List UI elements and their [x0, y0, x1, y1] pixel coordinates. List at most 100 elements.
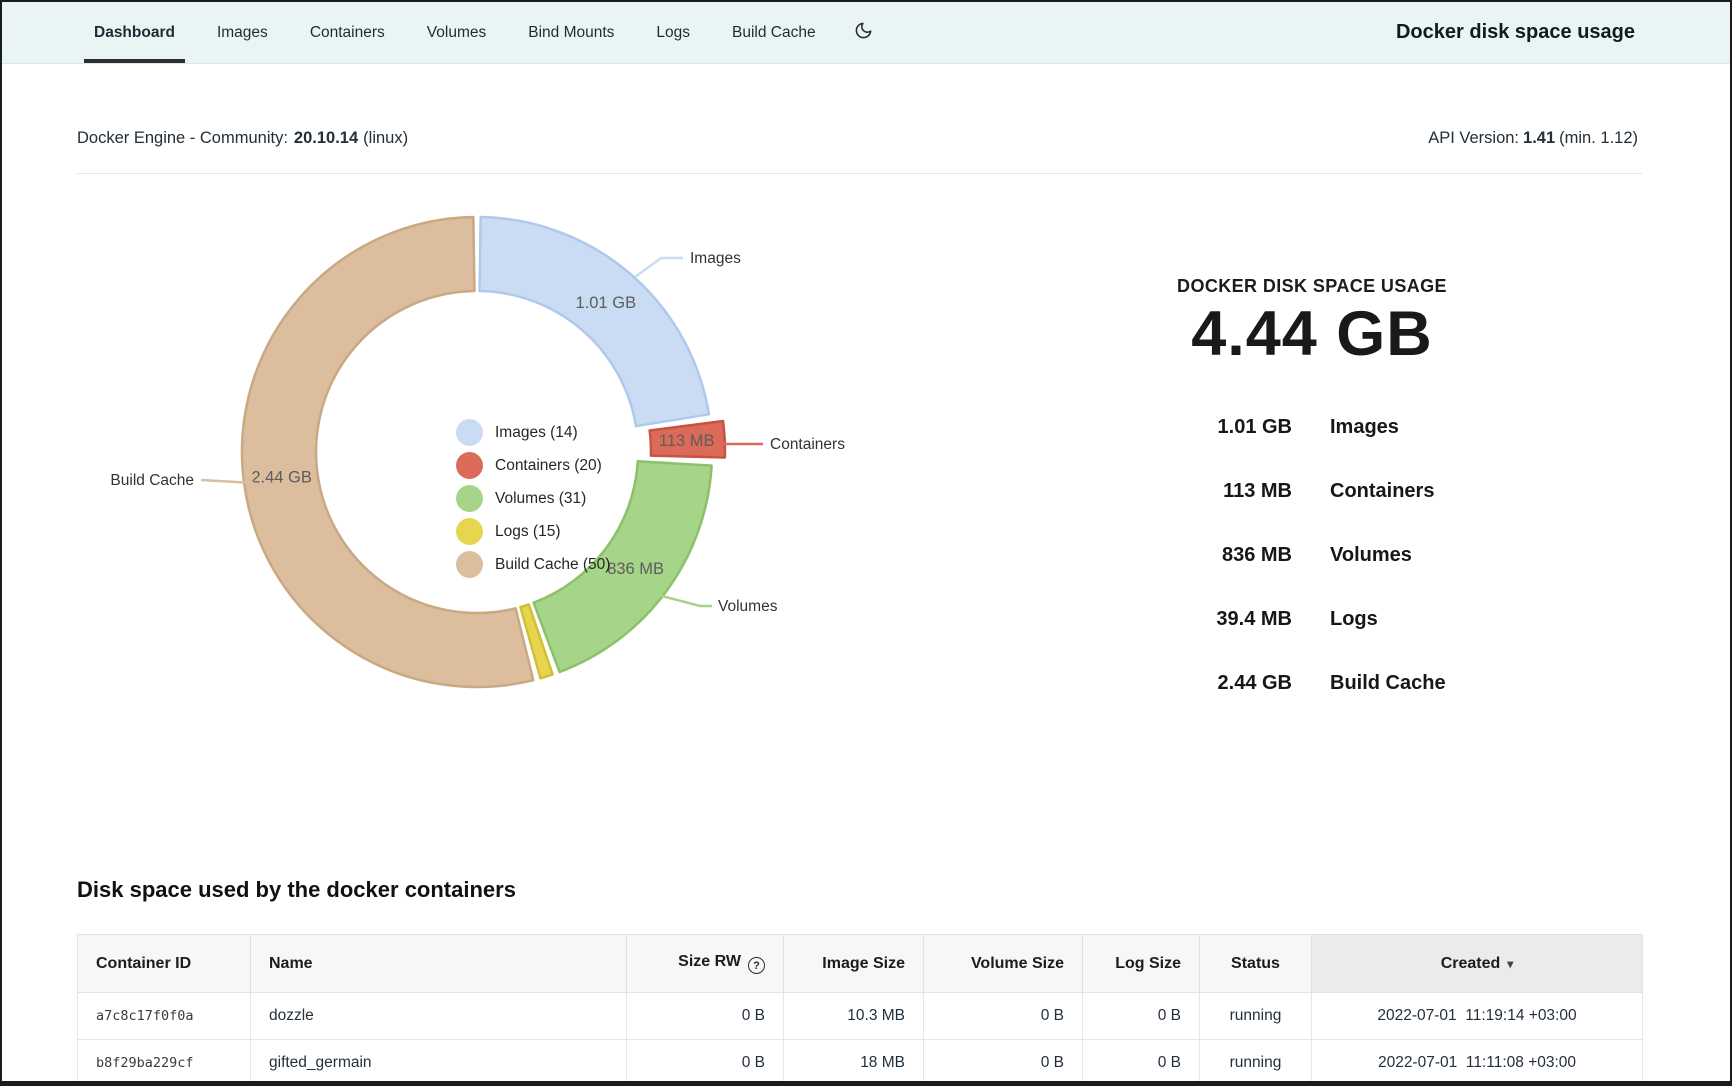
summary-title: DOCKER DISK SPACE USAGE — [1092, 276, 1532, 297]
column-header-image-size[interactable]: Image Size — [784, 935, 924, 993]
callout-line-images — [635, 258, 683, 277]
cell-container_id: b8f29ba229cf — [78, 1040, 251, 1086]
tab-containers[interactable]: Containers — [310, 2, 385, 63]
legend-item-images[interactable]: Images (14) — [456, 419, 610, 446]
legend-swatch — [456, 419, 483, 446]
summary-size: 39.4 MB — [1092, 608, 1292, 631]
cell-size_rw: 0 B — [627, 1040, 784, 1086]
nav-tabs: Dashboard Images Containers Volumes Bind Mou… — [94, 2, 816, 63]
cell-log_size: 0 B — [1083, 993, 1200, 1040]
tab-images[interactable]: Images — [217, 2, 268, 63]
table-title: Disk space used by the docker containers — [77, 877, 516, 903]
table-head: Container IDNameSize RW?Image SizeVolume… — [78, 935, 1643, 993]
cell-volume_size: 0 B — [924, 993, 1083, 1040]
api-min-version: (min. 1.12) — [1559, 129, 1638, 147]
column-label: Created — [1441, 955, 1501, 972]
summary-rows: 1.01 GB Images 113 MB Containers 836 MB Volum… — [1092, 416, 1532, 695]
callout-line-volumes — [658, 595, 712, 606]
cell-volume_size: 0 B — [924, 1040, 1083, 1086]
tab-dashboard[interactable]: Dashboard — [94, 2, 175, 63]
summary-row-containers: 113 MB Containers — [1092, 480, 1532, 503]
moon-icon — [854, 21, 873, 45]
column-label: Log Size — [1115, 955, 1181, 972]
summary-label: Images — [1330, 416, 1399, 439]
summary-label: Volumes — [1330, 544, 1412, 567]
legend-swatch — [456, 518, 483, 545]
section-divider — [77, 173, 1642, 174]
api-info: API Version:1.41(min. 1.12) — [1428, 129, 1638, 148]
summary-size: 1.01 GB — [1092, 416, 1292, 439]
tab-build-cache[interactable]: Build Cache — [732, 2, 816, 63]
cell-image_size: 18 MB — [784, 1040, 924, 1086]
chart-legend: Images (14) Containers (20) Volumes (31) Lo… — [456, 419, 610, 584]
legend-item-containers[interactable]: Containers (20) — [456, 452, 610, 479]
summary-row-images: 1.01 GB Images — [1092, 416, 1532, 439]
legend-label: Build Cache (50) — [495, 556, 610, 574]
column-label: Status — [1231, 955, 1280, 972]
total-usage-value: 4.44 GB — [1092, 301, 1532, 367]
legend-item-build-cache[interactable]: Build Cache (50) — [456, 551, 610, 578]
segment-value-containers: 113 MB — [659, 432, 715, 450]
tab-bind-mounts[interactable]: Bind Mounts — [528, 2, 614, 63]
summary-size: 2.44 GB — [1092, 672, 1292, 695]
containers-table: Container IDNameSize RW?Image SizeVolume… — [77, 934, 1643, 1086]
summary-row-logs: 39.4 MB Logs — [1092, 608, 1532, 631]
callout-label-containers: Containers — [770, 436, 845, 453]
column-header-created[interactable]: Created▾ — [1312, 935, 1643, 993]
summary-label: Logs — [1330, 608, 1378, 631]
cell-created: 2022-07-01 11:19:14 +03:00 — [1312, 993, 1643, 1040]
column-label: Name — [269, 955, 313, 972]
legend-swatch — [456, 452, 483, 479]
summary-label: Containers — [1330, 480, 1434, 503]
column-label: Volume Size — [971, 955, 1064, 972]
legend-item-volumes[interactable]: Volumes (31) — [456, 485, 610, 512]
app-title: Docker disk space usage — [1396, 21, 1635, 44]
legend-label: Containers (20) — [495, 457, 602, 475]
tab-volumes[interactable]: Volumes — [427, 2, 486, 63]
top-navbar: Dashboard Images Containers Volumes Bind Mou… — [2, 2, 1730, 64]
summary-row-volumes: 836 MB Volumes — [1092, 544, 1532, 567]
column-header-volume-size[interactable]: Volume Size — [924, 935, 1083, 993]
table-header-row: Container IDNameSize RW?Image SizeVolume… — [78, 935, 1643, 993]
legend-swatch — [456, 551, 483, 578]
column-header-container-id[interactable]: Container ID — [78, 935, 251, 993]
column-header-size-rw[interactable]: Size RW? — [627, 935, 784, 993]
cell-name: gifted_germain — [251, 1040, 627, 1086]
summary-row-build-cache: 2.44 GB Build Cache — [1092, 672, 1532, 695]
cell-container_id: a7c8c17f0f0a — [78, 993, 251, 1040]
callout-label-build-cache: Build Cache — [110, 472, 194, 489]
cell-status: running — [1200, 993, 1312, 1040]
table-row: b8f29ba229cfgifted_germain0 B18 MB0 B0 B… — [78, 1040, 1643, 1086]
engine-label: Docker Engine - Community: — [77, 129, 288, 147]
callout-label-volumes: Volumes — [718, 598, 778, 615]
cell-created: 2022-07-01 11:11:08 +03:00 — [1312, 1040, 1643, 1086]
cell-image_size: 10.3 MB — [784, 993, 924, 1040]
summary-size: 836 MB — [1092, 544, 1292, 567]
segment-value-build-cache: 2.44 GB — [251, 468, 312, 486]
engine-version: 20.10.14 — [294, 129, 358, 147]
tab-logs[interactable]: Logs — [656, 2, 690, 63]
engine-info: Docker Engine - Community: 20.10.14 (linux… — [77, 129, 408, 148]
summary-label: Build Cache — [1330, 672, 1446, 695]
column-header-name[interactable]: Name — [251, 935, 627, 993]
column-label: Container ID — [96, 955, 191, 972]
legend-label: Volumes (31) — [495, 490, 586, 508]
cell-size_rw: 0 B — [627, 993, 784, 1040]
dark-mode-toggle[interactable] — [854, 21, 873, 45]
api-version: 1.41 — [1523, 129, 1555, 147]
column-header-status[interactable]: Status — [1200, 935, 1312, 993]
table-body: a7c8c17f0f0adozzle0 B10.3 MB0 B0 Brunnin… — [78, 993, 1643, 1086]
question-circle-icon[interactable]: ? — [748, 957, 765, 974]
legend-item-logs[interactable]: Logs (15) — [456, 518, 610, 545]
summary-size: 113 MB — [1092, 480, 1292, 503]
docker-disk-usage-page: Dashboard Images Containers Volumes Bind Mou… — [0, 0, 1732, 1086]
column-label: Size RW — [678, 953, 741, 970]
donut-segment-images[interactable] — [480, 217, 709, 426]
legend-swatch — [456, 485, 483, 512]
engine-platform: (linux) — [363, 129, 408, 147]
legend-label: Logs (15) — [495, 523, 560, 541]
segment-value-volumes: 836 MB — [607, 560, 664, 578]
cell-log_size: 0 B — [1083, 1040, 1200, 1086]
segment-value-images: 1.01 GB — [576, 294, 637, 312]
column-header-log-size[interactable]: Log Size — [1083, 935, 1200, 993]
